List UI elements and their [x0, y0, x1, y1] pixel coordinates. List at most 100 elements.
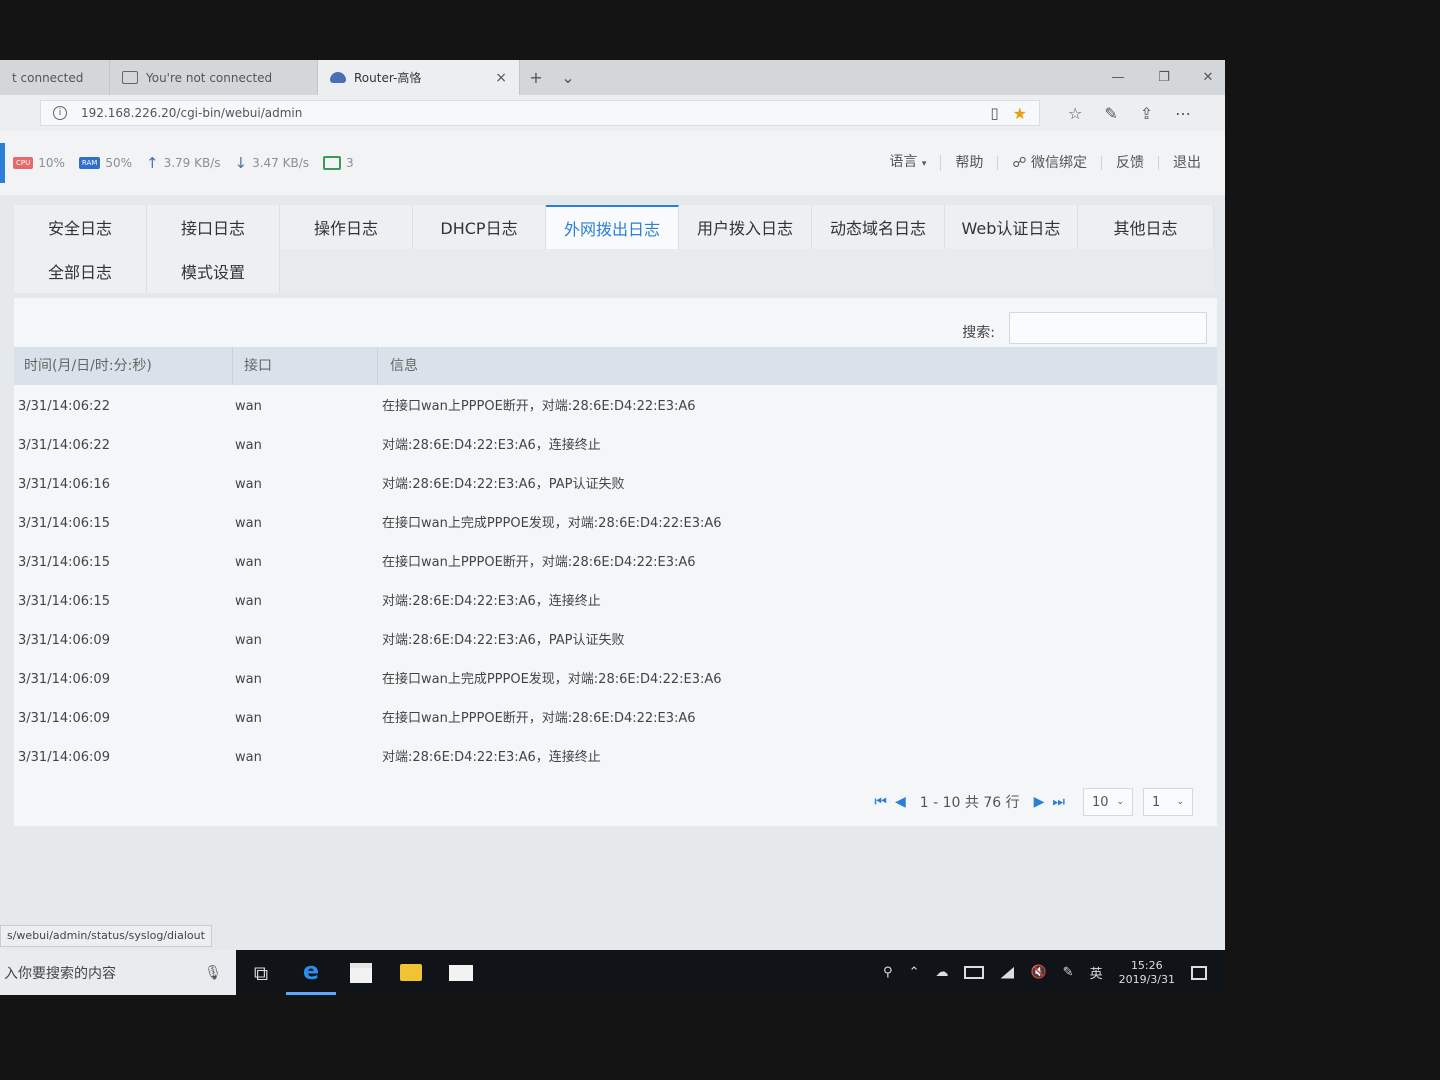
table-row[interactable]: 3/31/14:06:22 wan 在接口wan上PPPOE断开，对端:28:6…: [14, 387, 1217, 426]
table-row[interactable]: 3/31/14:06:09 wan 在接口wan上完成PPPOE发现，对端:28…: [14, 660, 1217, 699]
task-view-icon[interactable]: ⧉: [236, 950, 286, 995]
tab-web-auth-log[interactable]: Web认证日志: [945, 205, 1078, 249]
prev-page-icon[interactable]: ◀: [895, 794, 906, 810]
language-menu[interactable]: 语言 ▾: [875, 155, 942, 171]
close-window-button[interactable]: ✕: [1185, 60, 1225, 95]
feedback-link[interactable]: 反馈: [1102, 156, 1159, 170]
table-row[interactable]: 3/31/14:06:15 wan 在接口wan上PPPOE断开，对端:28:6…: [14, 543, 1217, 582]
cell-time: 3/31/14:06:09: [18, 672, 110, 687]
cell-interface: wan: [235, 438, 262, 453]
cell-interface: wan: [235, 711, 262, 726]
router-status-bar: CPU 10% RAM 50% ↑ 3.79 KB/s ↓ 3.47 KB/s …: [0, 131, 1225, 195]
tab-other-log[interactable]: 其他日志: [1078, 205, 1214, 249]
browser-tab-active[interactable]: Router-高恪 ×: [318, 60, 520, 95]
favorite-star-icon[interactable]: ★: [1013, 104, 1027, 123]
close-icon[interactable]: ×: [495, 70, 507, 86]
share-icon[interactable]: ⇪: [1140, 104, 1153, 123]
search-input[interactable]: [1009, 312, 1207, 344]
table-row[interactable]: 3/31/14:06:22 wan 对端:28:6E:D4:22:E3:A6，连…: [14, 426, 1217, 465]
tab-dhcp-log[interactable]: DHCP日志: [413, 205, 546, 249]
page-size-select[interactable]: 10 ⌄: [1083, 788, 1133, 816]
pen-tray-icon[interactable]: ✎: [1063, 965, 1074, 980]
cpu-value: 10%: [38, 156, 65, 170]
cell-interface: wan: [235, 594, 262, 609]
cell-time: 3/31/14:06:09: [18, 750, 110, 765]
microphone-icon[interactable]: 🎙: [204, 965, 222, 981]
first-page-icon[interactable]: ⏮: [874, 794, 887, 810]
wechat-bind-link[interactable]: ☍ 微信绑定: [998, 156, 1102, 170]
clock[interactable]: 15:26 2019/3/31: [1119, 959, 1175, 987]
cell-interface: wan: [235, 555, 262, 570]
cell-info: 对端:28:6E:D4:22:E3:A6，PAP认证失败: [382, 477, 625, 492]
browser-tab-bar: t connected You're not connected Router-…: [0, 60, 1225, 95]
store-icon[interactable]: [336, 950, 386, 995]
table-row[interactable]: 3/31/14:06:15 wan 对端:28:6E:D4:22:E3:A6，连…: [14, 582, 1217, 621]
address-bar: i 192.168.226.20/cgi-bin/webui/admin ▯ ★…: [0, 95, 1225, 131]
tab-user-dialin-log[interactable]: 用户拨入日志: [679, 205, 812, 249]
cell-interface: wan: [235, 477, 262, 492]
favorites-list-icon[interactable]: ☆: [1068, 104, 1082, 123]
table-row[interactable]: 3/31/14:06:15 wan 在接口wan上完成PPPOE发现，对端:28…: [14, 504, 1217, 543]
battery-icon[interactable]: [964, 966, 985, 979]
tab-ddns-log[interactable]: 动态域名日志: [812, 205, 945, 249]
help-link[interactable]: 帮助: [941, 156, 999, 170]
cloud-icon[interactable]: ☁: [935, 965, 948, 980]
tab-mode-settings[interactable]: 模式设置: [147, 249, 280, 293]
chevron-up-icon[interactable]: ⌃: [909, 965, 920, 980]
clock-time: 15:26: [1130, 958, 1163, 972]
page-number-value: 1: [1152, 794, 1161, 810]
cell-time: 3/31/14:06:16: [18, 477, 110, 492]
network-icon[interactable]: [1000, 966, 1015, 979]
table-row[interactable]: 3/31/14:06:16 wan 对端:28:6E:D4:22:E3:A6，P…: [14, 465, 1217, 504]
table-header: 时间(月/日/时:分:秒) 接口 信息: [14, 347, 1217, 385]
pen-icon[interactable]: ✎: [1104, 104, 1117, 123]
terminal-count[interactable]: 3: [323, 156, 354, 170]
accent-strip: [0, 143, 5, 183]
page-summary: 1 - 10 共 76 行: [919, 795, 1020, 811]
mail-icon[interactable]: [436, 950, 486, 995]
reading-view-icon[interactable]: ▯: [990, 104, 998, 122]
top-menu: 语言 ▾ 帮助 ☍ 微信绑定 反馈 退出: [875, 131, 1215, 195]
table-row[interactable]: 3/31/14:06:09 wan 对端:28:6E:D4:22:E3:A6，P…: [14, 621, 1217, 660]
cpu-icon: CPU: [13, 157, 34, 169]
file-explorer-icon[interactable]: [386, 950, 436, 995]
cell-info: 在接口wan上完成PPPOE发现，对端:28:6E:D4:22:E3:A6: [382, 672, 722, 687]
taskbar-search-input[interactable]: 入你要搜索的内容 🎙: [0, 950, 236, 995]
cell-info: 在接口wan上PPPOE断开，对端:28:6E:D4:22:E3:A6: [382, 399, 696, 414]
logout-link[interactable]: 退出: [1159, 156, 1215, 170]
info-icon[interactable]: i: [53, 106, 67, 120]
table-row[interactable]: 3/31/14:06:09 wan 在接口wan上PPPOE断开，对端:28:6…: [14, 699, 1217, 738]
terminal-icon: [323, 156, 342, 170]
pagination: ⏮ ◀ 1 - 10 共 76 行 ▶ ⏭ 10 ⌄ 1 ⌄: [870, 787, 1193, 817]
cell-time: 3/31/14:06:22: [18, 438, 110, 453]
people-icon[interactable]: ⚲: [883, 965, 893, 980]
more-icon[interactable]: ⋯: [1175, 104, 1191, 123]
tab-security-log[interactable]: 安全日志: [14, 205, 147, 249]
tab-all-logs[interactable]: 全部日志: [14, 249, 147, 293]
cell-info: 对端:28:6E:D4:22:E3:A6，PAP认证失败: [382, 633, 625, 648]
ime-indicator[interactable]: 英: [1090, 963, 1103, 982]
table-row[interactable]: 3/31/14:06:09 wan 对端:28:6E:D4:22:E3:A6，连…: [14, 738, 1217, 777]
browser-tab[interactable]: t connected: [0, 60, 110, 95]
search-placeholder: 入你要搜索的内容: [4, 965, 116, 982]
tab-operation-log[interactable]: 操作日志: [280, 205, 413, 249]
notification-icon[interactable]: [1191, 965, 1207, 980]
minimize-button[interactable]: —: [1095, 60, 1141, 95]
ram-usage: RAM 50%: [78, 156, 132, 170]
screen: t connected You're not connected Router-…: [0, 60, 1225, 995]
browser-tab[interactable]: You're not connected: [110, 60, 318, 95]
chevron-down-icon: ⌄: [1176, 797, 1184, 807]
tab-interface-log[interactable]: 接口日志: [147, 205, 280, 249]
maximize-button[interactable]: ❐: [1141, 60, 1187, 95]
new-tab-button[interactable]: +: [520, 60, 552, 95]
tab-wan-dialout-log[interactable]: 外网拨出日志: [546, 205, 679, 249]
cell-interface: wan: [235, 633, 262, 648]
volume-muted-icon[interactable]: 🔇: [1030, 965, 1046, 980]
page-number-select[interactable]: 1 ⌄: [1143, 788, 1193, 816]
search-label: 搜索:: [962, 325, 995, 341]
edge-browser-icon[interactable]: e: [286, 950, 336, 995]
url-field[interactable]: i 192.168.226.20/cgi-bin/webui/admin ▯ ★: [40, 100, 1040, 126]
last-page-icon[interactable]: ⏭: [1052, 794, 1065, 810]
tab-list-chevron-icon[interactable]: ⌄: [552, 60, 584, 95]
next-page-icon[interactable]: ▶: [1034, 794, 1045, 810]
